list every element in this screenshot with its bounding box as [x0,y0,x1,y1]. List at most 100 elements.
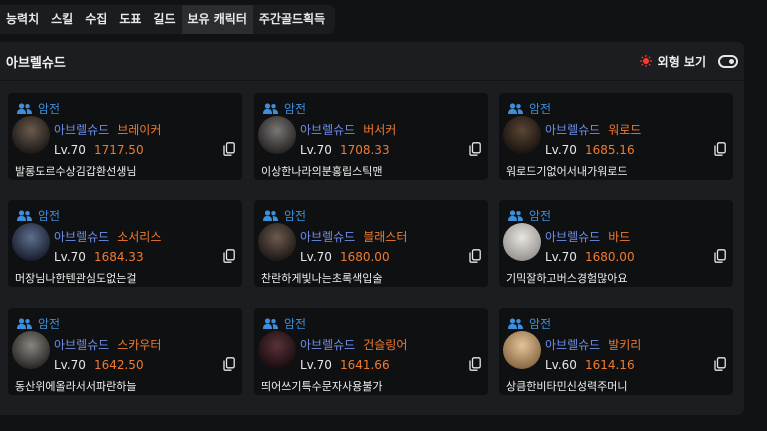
class-row: 암전 [263,207,306,224]
class-row: 암전 [508,100,551,117]
server-job-line: 아브렐슈드 건슬링어 [300,336,407,353]
character-avatar [12,223,50,261]
server-job-line: 아브렐슈드 발키리 [545,336,641,353]
character-card[interactable]: 암전 아브렐슈드 블래스터 Lv.70 1680.00 찬란하게빛나는초록색입술 [254,200,488,287]
copy-icon[interactable] [714,142,726,156]
character-name: 띄어쓰기특수문자사용불가 [261,380,383,393]
people-icon [263,210,278,221]
people-icon [17,103,32,114]
copy-icon[interactable] [469,249,481,263]
item-level: 1680.00 [339,250,390,264]
character-name: 워로드기없어서내가워로드 [506,165,628,178]
class-row: 암전 [17,315,60,332]
people-icon [508,318,523,329]
character-card[interactable]: 암전 아브렐슈드 소서리스 Lv.70 1684.33 머장님나한텐관심도없는걸 [8,200,242,287]
tab-skills[interactable]: 스킬 [45,5,79,34]
copy-icon[interactable] [223,357,235,371]
job-name: 건슬링어 [363,338,408,352]
appearance-label: 외형 보기 [657,54,706,69]
copy-icon[interactable] [469,142,481,156]
character-name: 찬란하게빛나는초록색입술 [261,272,383,285]
people-icon [17,210,32,221]
character-avatar [503,116,541,154]
class-label: 암전 [284,102,307,116]
server-name: 아브렐슈드 [300,230,356,244]
server-name: 아브렐슈드 [54,230,110,244]
level-line: Lv.70 1684.33 [54,250,144,264]
character-level: Lv.70 [545,143,577,157]
class-label: 암전 [38,317,61,331]
job-name: 스카우터 [117,338,162,352]
people-icon [263,318,278,329]
level-line: Lv.70 1717.50 [54,143,144,157]
class-row: 암전 [17,100,60,117]
level-line: Lv.70 1685.16 [545,143,635,157]
character-name: 머장님나한텐관심도없는걸 [15,272,137,285]
tab-stats[interactable]: 능력치 [0,5,45,34]
job-name: 버서커 [363,123,397,137]
class-row: 암전 [508,207,551,224]
level-line: Lv.70 1680.00 [545,250,635,264]
copy-icon[interactable] [469,357,481,371]
character-avatar [258,116,296,154]
job-name: 워로드 [608,123,642,137]
appearance-toggle[interactable]: 외형 보기 [639,53,738,70]
sun-icon [639,55,652,67]
character-card[interactable]: 암전 아브렐슈드 바드 Lv.70 1680.00 기믹잘하고버스경험많아요 [499,200,733,287]
server-job-line: 아브렐슈드 블래스터 [300,228,407,245]
job-name: 블래스터 [363,230,408,244]
item-level: 1642.50 [93,358,144,372]
character-level: Lv.70 [545,250,577,264]
item-level: 1717.50 [93,143,144,157]
server-job-line: 아브렐슈드 소서리스 [54,228,161,245]
server-name: 아브렐슈드 [545,230,601,244]
tab-characters[interactable]: 보유 캐릭터 [181,5,253,34]
copy-icon[interactable] [714,357,726,371]
character-level: Lv.60 [545,358,577,372]
character-card[interactable]: 암전 아브렐슈드 버서커 Lv.70 1708.33 이상한나라의분홍립스틱맨 [254,93,488,180]
server-name: 아브렐슈드 [300,123,356,137]
people-icon [17,318,32,329]
job-name: 소서리스 [117,230,162,244]
server-name: 아브렐슈드 [54,123,110,137]
item-level: 1708.33 [339,143,390,157]
copy-icon[interactable] [223,249,235,263]
tab-bar: 능력치 스킬 수집 도표 길드 보유 캐릭터 주간골드획득 [0,5,336,34]
item-level: 1641.66 [339,358,390,372]
server-job-line: 아브렐슈드 워로드 [545,121,641,138]
server-name: 아브렐슈드 [54,338,110,352]
copy-icon[interactable] [714,249,726,263]
class-label: 암전 [284,317,307,331]
character-card[interactable]: 암전 아브렐슈드 브레이커 Lv.70 1717.50 발롱도르수상김갑환선생님 [8,93,242,180]
character-level: Lv.70 [54,358,86,372]
character-name: 이상한나라의분홍립스틱맨 [261,165,383,178]
tab-chart[interactable]: 도표 [113,5,147,34]
tab-guild[interactable]: 길드 [147,5,181,34]
class-row: 암전 [508,315,551,332]
character-name: 기믹잘하고버스경험많아요 [506,272,628,285]
character-level: Lv.70 [300,250,332,264]
tab-weekly-gold[interactable]: 주간골드획득 [253,5,331,34]
character-card[interactable]: 암전 아브렐슈드 발키리 Lv.60 1614.16 상큼한비타민신성력주머니 [499,308,733,395]
job-name: 바드 [608,230,631,244]
panel-header: 아브렐슈드 외형 보기 [0,42,744,81]
class-label: 암전 [38,209,61,223]
character-card[interactable]: 암전 아브렐슈드 스카우터 Lv.70 1642.50 동산위에올라서서파란하늘 [8,308,242,395]
copy-icon[interactable] [223,142,235,156]
character-name: 발롱도르수상김갑환선생님 [15,165,137,178]
character-name: 상큼한비타민신성력주머니 [506,380,628,393]
tab-collection[interactable]: 수집 [79,5,113,34]
toggle-switch[interactable] [718,54,738,68]
character-avatar [503,331,541,369]
character-avatar [12,116,50,154]
item-level: 1614.16 [584,358,635,372]
job-name: 발키리 [608,338,642,352]
character-card[interactable]: 암전 아브렐슈드 워로드 Lv.70 1685.16 워로드기없어서내가워로드 [499,93,733,180]
character-card[interactable]: 암전 아브렐슈드 건슬링어 Lv.70 1641.66 띄어쓰기특수문자사용불가 [254,308,488,395]
character-avatar [258,331,296,369]
class-label: 암전 [38,102,61,116]
item-level: 1680.00 [584,250,635,264]
level-line: Lv.70 1642.50 [54,358,144,372]
character-avatar [12,331,50,369]
server-job-line: 아브렐슈드 바드 [545,228,630,245]
